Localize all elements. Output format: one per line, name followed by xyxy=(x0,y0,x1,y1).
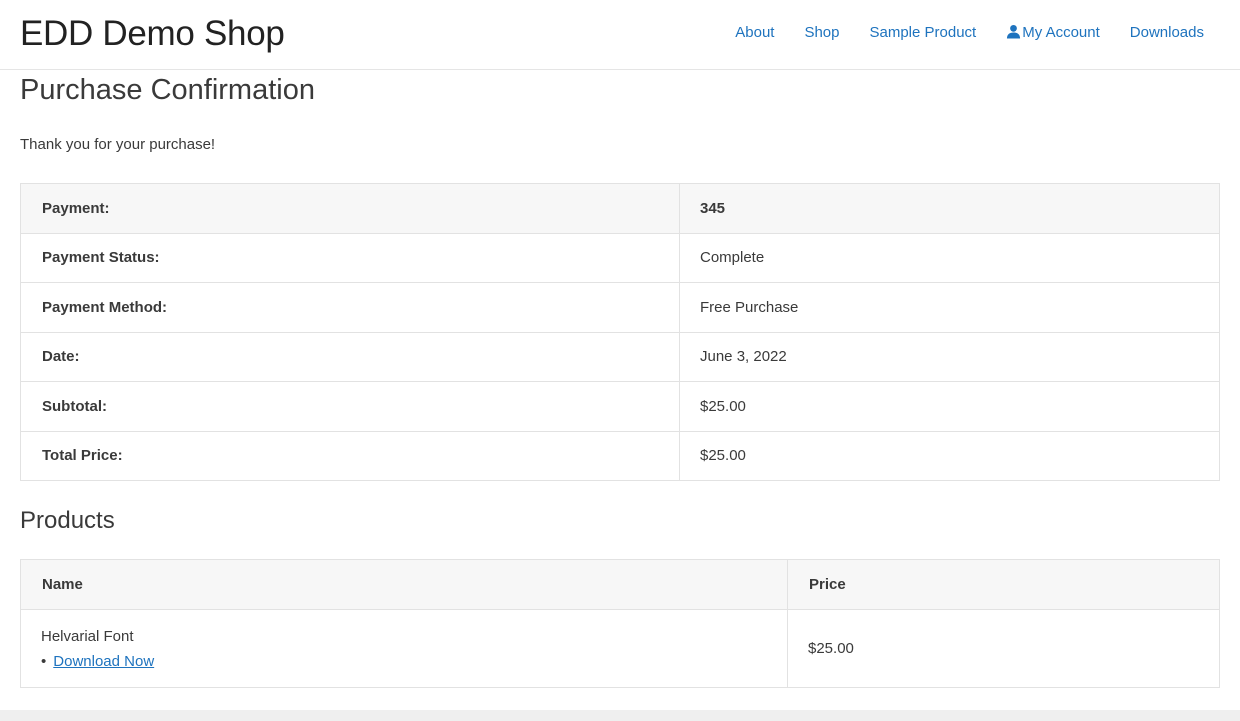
download-now-link[interactable]: Download Now xyxy=(53,653,154,670)
products-header-row: Name Price xyxy=(20,559,1220,610)
products-table: Name Price Helvarial Font Download Now $… xyxy=(20,559,1220,688)
download-list-item: Download Now xyxy=(41,653,767,670)
receipt-value: 345 xyxy=(679,183,1220,234)
nav-item-about[interactable]: About xyxy=(735,24,774,41)
receipt-label: Total Price: xyxy=(20,430,680,481)
site-title[interactable]: EDD Demo Shop xyxy=(20,14,285,54)
receipt-row-status: Payment Status: Complete xyxy=(20,232,1220,283)
receipt-row-total: Total Price: $25.00 xyxy=(20,430,1220,481)
footer-band xyxy=(0,710,1240,721)
product-row: Helvarial Font Download Now $25.00 xyxy=(20,609,1220,688)
page-title: Purchase Confirmation xyxy=(20,74,315,106)
receipt-row-subtotal: Subtotal: $25.00 xyxy=(20,381,1220,432)
receipt-row-method: Payment Method: Free Purchase xyxy=(20,282,1220,333)
download-list: Download Now xyxy=(41,653,767,670)
column-header-name: Name xyxy=(20,559,788,610)
nav-item-shop[interactable]: Shop xyxy=(804,24,839,41)
receipt-row-date: Date: June 3, 2022 xyxy=(20,331,1220,382)
product-name-cell: Helvarial Font Download Now xyxy=(20,609,788,688)
nav-label: Shop xyxy=(804,24,840,41)
receipt-value: June 3, 2022 xyxy=(679,331,1220,382)
user-icon xyxy=(1007,24,1021,39)
nav-label: About xyxy=(735,24,775,41)
nav-item-downloads[interactable]: Downloads xyxy=(1130,24,1204,41)
nav-label: My Account xyxy=(1022,24,1100,41)
main-nav: About Shop Sample Product My Account Dow… xyxy=(705,24,1204,41)
thank-you-message: Thank you for your purchase! xyxy=(20,136,216,153)
receipt-label: Payment: xyxy=(20,183,680,234)
nav-label: Downloads xyxy=(1129,24,1204,41)
nav-item-sample-product[interactable]: Sample Product xyxy=(870,24,977,41)
receipt-label: Payment Status: xyxy=(20,232,680,283)
receipt-table: Payment: 345 Payment Status: Complete Pa… xyxy=(20,183,1220,481)
receipt-label: Date: xyxy=(20,331,680,382)
products-heading: Products xyxy=(20,507,115,534)
receipt-value: $25.00 xyxy=(679,381,1220,432)
receipt-value: Free Purchase xyxy=(679,282,1220,333)
receipt-value: $25.00 xyxy=(679,430,1220,481)
product-name: Helvarial Font xyxy=(41,627,134,645)
nav-item-my-account[interactable]: My Account xyxy=(1006,24,1100,41)
product-price: $25.00 xyxy=(787,609,1220,688)
receipt-label: Payment Method: xyxy=(20,282,680,333)
column-header-price: Price xyxy=(787,559,1220,610)
site-header: EDD Demo Shop About Shop Sample Product … xyxy=(0,0,1240,70)
receipt-label: Subtotal: xyxy=(20,381,680,432)
receipt-row-payment: Payment: 345 xyxy=(20,183,1220,234)
nav-label: Sample Product xyxy=(869,24,977,41)
receipt-value: Complete xyxy=(679,232,1220,283)
